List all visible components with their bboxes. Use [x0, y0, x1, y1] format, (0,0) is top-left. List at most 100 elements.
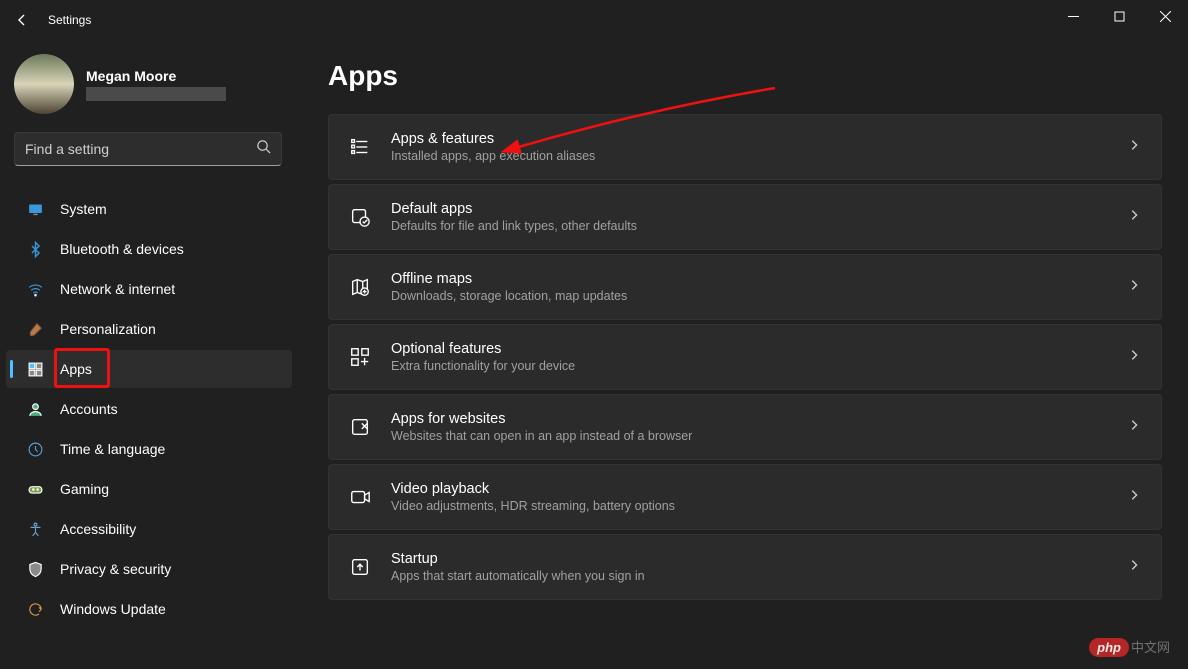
nav: System Bluetooth & devices Network & inter… [0, 190, 292, 628]
settings-item-offline-maps[interactable]: Offline maps Downloads, storage location,… [328, 254, 1162, 320]
wifi-icon [26, 280, 44, 298]
apps-icon [26, 360, 44, 378]
back-button[interactable] [8, 6, 36, 34]
sidebar-item-label: Apps [60, 361, 92, 377]
card-title: Optional features [391, 341, 1109, 357]
chevron-right-icon [1127, 418, 1141, 437]
card-text: Apps & features Installed apps, app execu… [391, 131, 1109, 163]
sidebar-item-label: Time & language [60, 441, 165, 457]
clock-icon [26, 440, 44, 458]
user-info: Megan Moore [86, 68, 226, 101]
sidebar-item-apps[interactable]: Apps [6, 350, 292, 388]
sidebar-item-accounts[interactable]: Accounts [6, 390, 292, 428]
shield-icon [26, 560, 44, 578]
minimize-button[interactable] [1050, 0, 1096, 32]
default-icon [347, 204, 373, 230]
brush-icon [26, 320, 44, 338]
sidebar-item-label: Gaming [60, 481, 109, 497]
card-title: Default apps [391, 201, 1109, 217]
titlebar: Settings [0, 0, 1188, 40]
startup-icon [347, 554, 373, 580]
card-title: Startup [391, 551, 1109, 567]
sidebar-item-network-internet[interactable]: Network & internet [6, 270, 292, 308]
user-profile[interactable]: Megan Moore [0, 48, 292, 128]
card-title: Apps & features [391, 131, 1109, 147]
settings-list: Apps & features Installed apps, app execu… [328, 114, 1162, 600]
user-email-redacted [86, 87, 226, 101]
list-icon [347, 134, 373, 160]
maximize-button[interactable] [1096, 0, 1142, 32]
window-controls [1050, 0, 1188, 32]
card-subtitle: Video adjustments, HDR streaming, batter… [391, 499, 1109, 513]
gaming-icon [26, 480, 44, 498]
sidebar-item-label: Bluetooth & devices [60, 241, 184, 257]
settings-item-apps-for-websites[interactable]: Apps for websites Websites that can open … [328, 394, 1162, 460]
main-content: Apps Apps & features Installed apps, app … [300, 40, 1188, 669]
website-icon [347, 414, 373, 440]
chevron-right-icon [1127, 278, 1141, 297]
window-title: Settings [48, 13, 91, 27]
search-icon [256, 139, 271, 159]
sidebar-item-bluetooth-devices[interactable]: Bluetooth & devices [6, 230, 292, 268]
card-text: Default apps Defaults for file and link t… [391, 201, 1109, 233]
card-title: Offline maps [391, 271, 1109, 287]
card-subtitle: Defaults for file and link types, other … [391, 219, 1109, 233]
card-subtitle: Downloads, storage location, map updates [391, 289, 1109, 303]
chevron-right-icon [1127, 558, 1141, 577]
watermark-brand: php [1089, 638, 1129, 657]
card-subtitle: Websites that can open in an app instead… [391, 429, 1109, 443]
minimize-icon [1068, 11, 1079, 22]
account-icon [26, 400, 44, 418]
optional-icon [347, 344, 373, 370]
sidebar-item-gaming[interactable]: Gaming [6, 470, 292, 508]
card-text: Startup Apps that start automatically whe… [391, 551, 1109, 583]
sidebar-item-label: System [60, 201, 107, 217]
video-icon [347, 484, 373, 510]
sidebar-item-label: Personalization [60, 321, 156, 337]
sidebar-item-privacy-security[interactable]: Privacy & security [6, 550, 292, 588]
settings-item-default-apps[interactable]: Default apps Defaults for file and link t… [328, 184, 1162, 250]
sidebar-item-label: Accounts [60, 401, 118, 417]
close-icon [1160, 11, 1171, 22]
sidebar-item-label: Accessibility [60, 521, 136, 537]
close-button[interactable] [1142, 0, 1188, 32]
sidebar-item-time-language[interactable]: Time & language [6, 430, 292, 468]
card-text: Optional featuresExtra functionality for… [391, 341, 1109, 373]
sidebar: Megan Moore System Bluetooth & devices Net… [0, 40, 300, 669]
user-name: Megan Moore [86, 68, 226, 84]
sidebar-item-personalization[interactable]: Personalization [6, 310, 292, 348]
sidebar-item-label: Network & internet [60, 281, 175, 297]
map-icon [347, 274, 373, 300]
watermark-suffix: 中文网 [1131, 640, 1170, 655]
watermark: php中文网 [1089, 637, 1170, 657]
settings-item-apps-features[interactable]: Apps & features Installed apps, app execu… [328, 114, 1162, 180]
arrow-left-icon [14, 12, 30, 28]
settings-item-video-playback[interactable]: Video playback Video adjustments, HDR str… [328, 464, 1162, 530]
accessibility-icon [26, 520, 44, 538]
card-text: Video playback Video adjustments, HDR str… [391, 481, 1109, 513]
settings-item-startup[interactable]: Startup Apps that start automatically whe… [328, 534, 1162, 600]
chevron-right-icon [1127, 208, 1141, 227]
card-text: Offline maps Downloads, storage location,… [391, 271, 1109, 303]
bluetooth-icon [26, 240, 44, 258]
search-input[interactable] [25, 141, 256, 157]
update-icon [26, 600, 44, 618]
card-text: Apps for websites Websites that can open … [391, 411, 1109, 443]
sidebar-item-windows-update[interactable]: Windows Update [6, 590, 292, 628]
page-title: Apps [328, 60, 1162, 92]
sidebar-item-accessibility[interactable]: Accessibility [6, 510, 292, 548]
system-icon [26, 200, 44, 218]
sidebar-item-system[interactable]: System [6, 190, 292, 228]
search-box[interactable] [14, 132, 282, 166]
card-subtitle: Apps that start automatically when you s… [391, 569, 1109, 583]
chevron-right-icon [1127, 138, 1141, 157]
settings-item-optional-features[interactable]: Optional featuresExtra functionality for… [328, 324, 1162, 390]
sidebar-item-label: Windows Update [60, 601, 166, 617]
card-subtitle: Installed apps, app execution aliases [391, 149, 1109, 163]
card-title: Video playback [391, 481, 1109, 497]
sidebar-item-label: Privacy & security [60, 561, 171, 577]
avatar [14, 54, 74, 114]
chevron-right-icon [1127, 348, 1141, 367]
card-title: Apps for websites [391, 411, 1109, 427]
chevron-right-icon [1127, 488, 1141, 507]
